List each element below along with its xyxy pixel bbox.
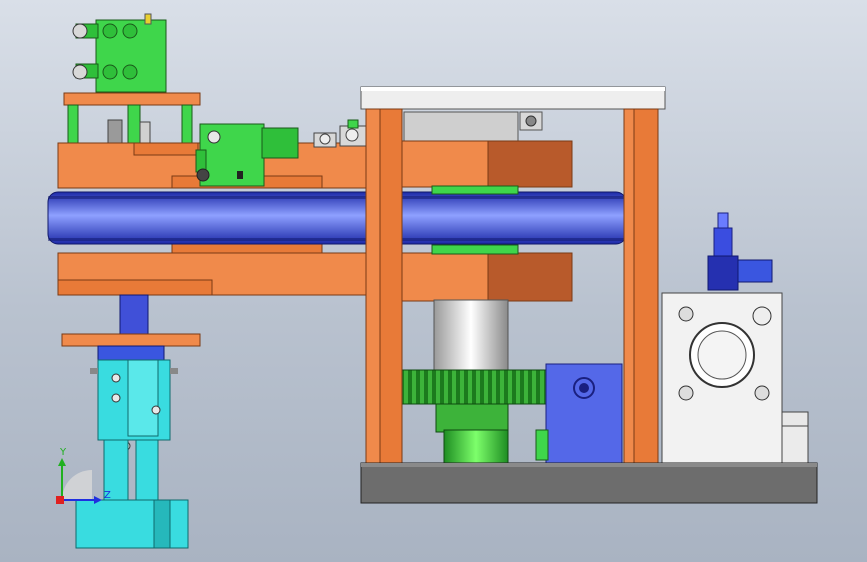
top-clamp[interactable]	[403, 111, 543, 143]
gripper-fingers[interactable]	[103, 439, 159, 501]
gripper-body[interactable]	[90, 345, 178, 451]
guide-posts[interactable]	[67, 104, 193, 146]
workpiece[interactable]	[75, 499, 189, 549]
gripper-rod[interactable]	[119, 294, 149, 336]
upper-mount-plate[interactable]	[63, 92, 201, 106]
gear-hub	[435, 403, 509, 433]
drive-gear[interactable]	[401, 369, 547, 405]
timing-belt[interactable]	[47, 191, 627, 245]
motor-bracket[interactable]	[535, 363, 623, 465]
lower-arm[interactable]	[57, 237, 371, 296]
base-plate[interactable]	[360, 462, 818, 504]
pulley-hub-green-lower	[431, 244, 519, 255]
pneumatic-fitting[interactable]	[707, 212, 773, 291]
right-upper-housing[interactable]	[399, 140, 573, 188]
coordinate-triad: Y Z	[56, 447, 111, 504]
y-axis-label: Y	[59, 447, 67, 458]
top-frame-plate[interactable]	[360, 86, 666, 110]
pulley-hub-green	[431, 185, 519, 195]
assembly-drawing[interactable]: Y Z	[0, 0, 867, 562]
gripper-mount-plate[interactable]	[61, 333, 201, 347]
z-axis-label: Z	[104, 490, 111, 501]
gear-shaft-lower	[443, 429, 509, 465]
arm-bolts	[313, 119, 367, 148]
cad-viewport[interactable]: Y Z	[0, 0, 867, 562]
right-lower-housing[interactable]	[399, 252, 573, 302]
motor-housing[interactable]	[661, 292, 809, 465]
valve-cluster[interactable]	[72, 13, 167, 93]
main-shaft[interactable]	[433, 299, 509, 371]
